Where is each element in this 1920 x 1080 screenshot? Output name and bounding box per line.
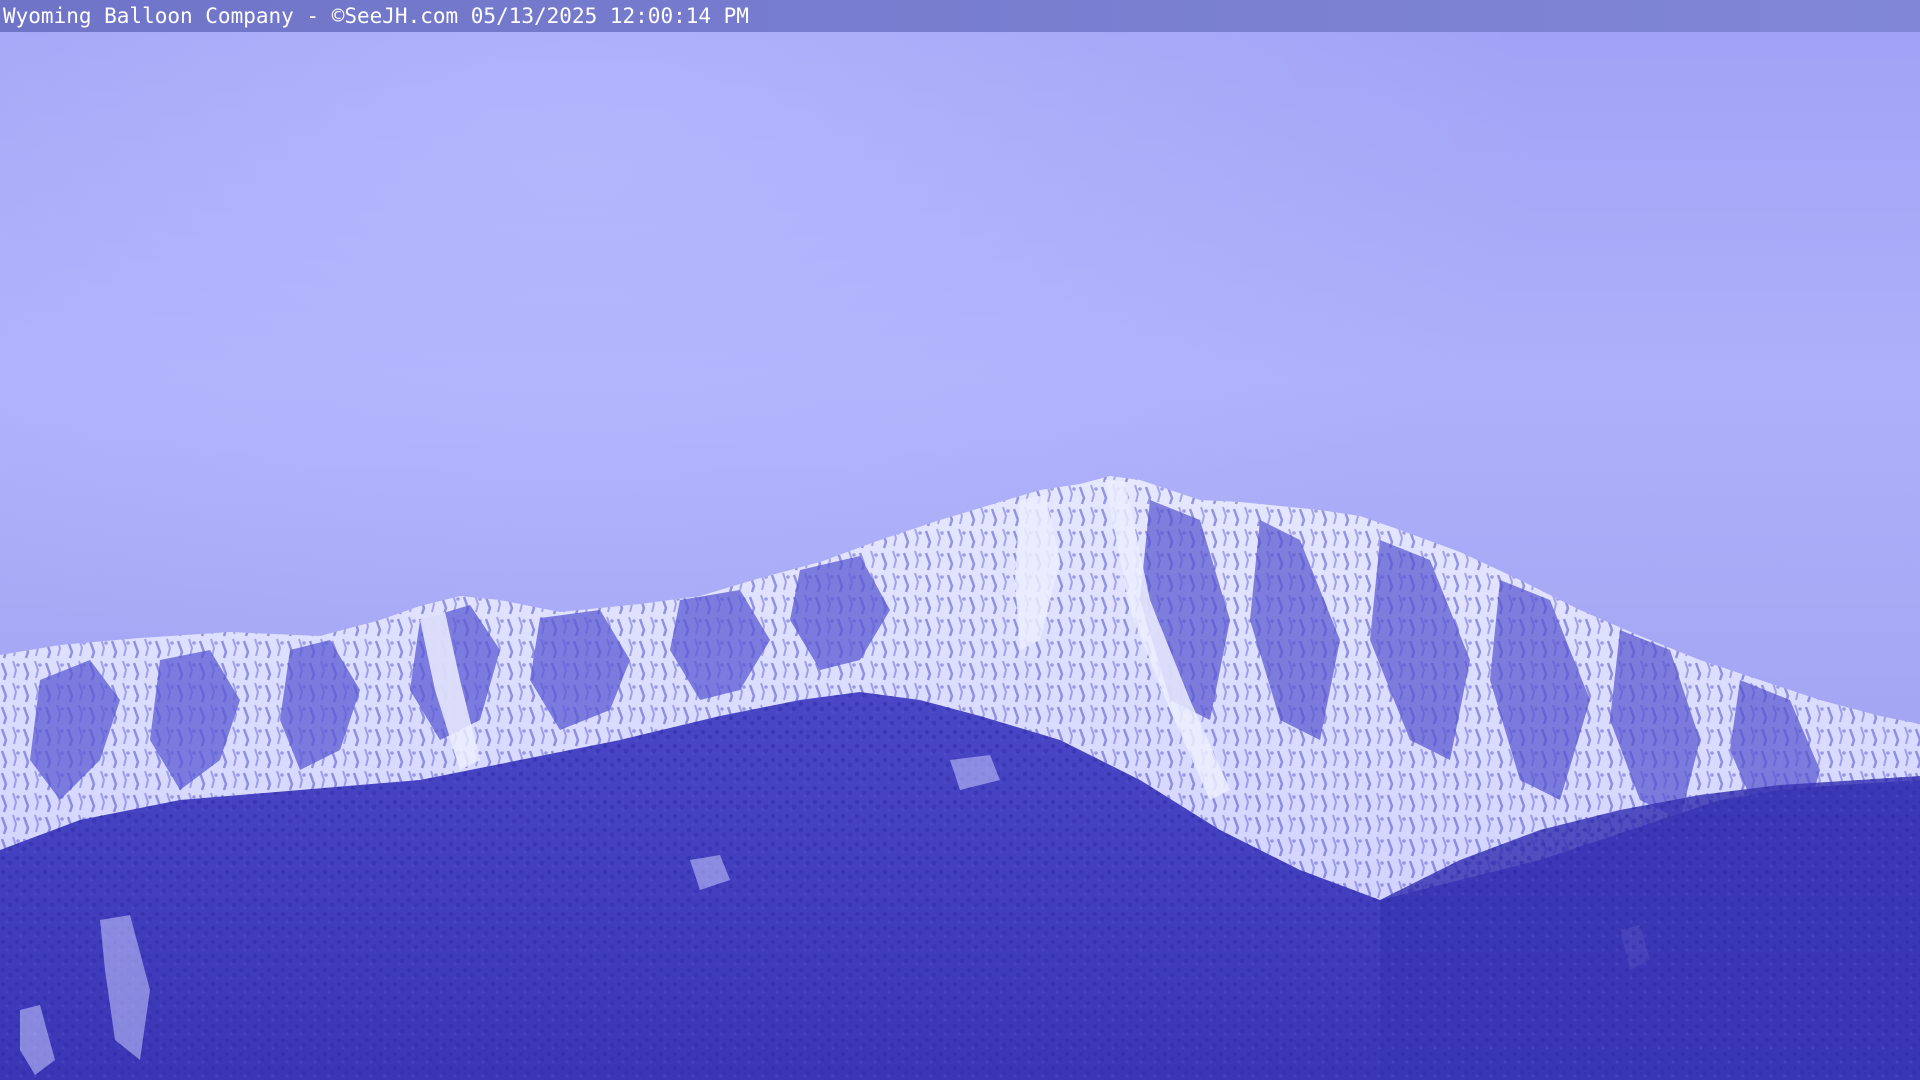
caption-bar: Wyoming Balloon Company - ©SeeJH.com 05/… <box>0 0 1920 32</box>
webcam-frame: Wyoming Balloon Company - ©SeeJH.com 05/… <box>0 0 1920 1080</box>
mountain-scene <box>0 0 1920 1080</box>
timestamp-caption: Wyoming Balloon Company - ©SeeJH.com 05/… <box>3 4 749 28</box>
